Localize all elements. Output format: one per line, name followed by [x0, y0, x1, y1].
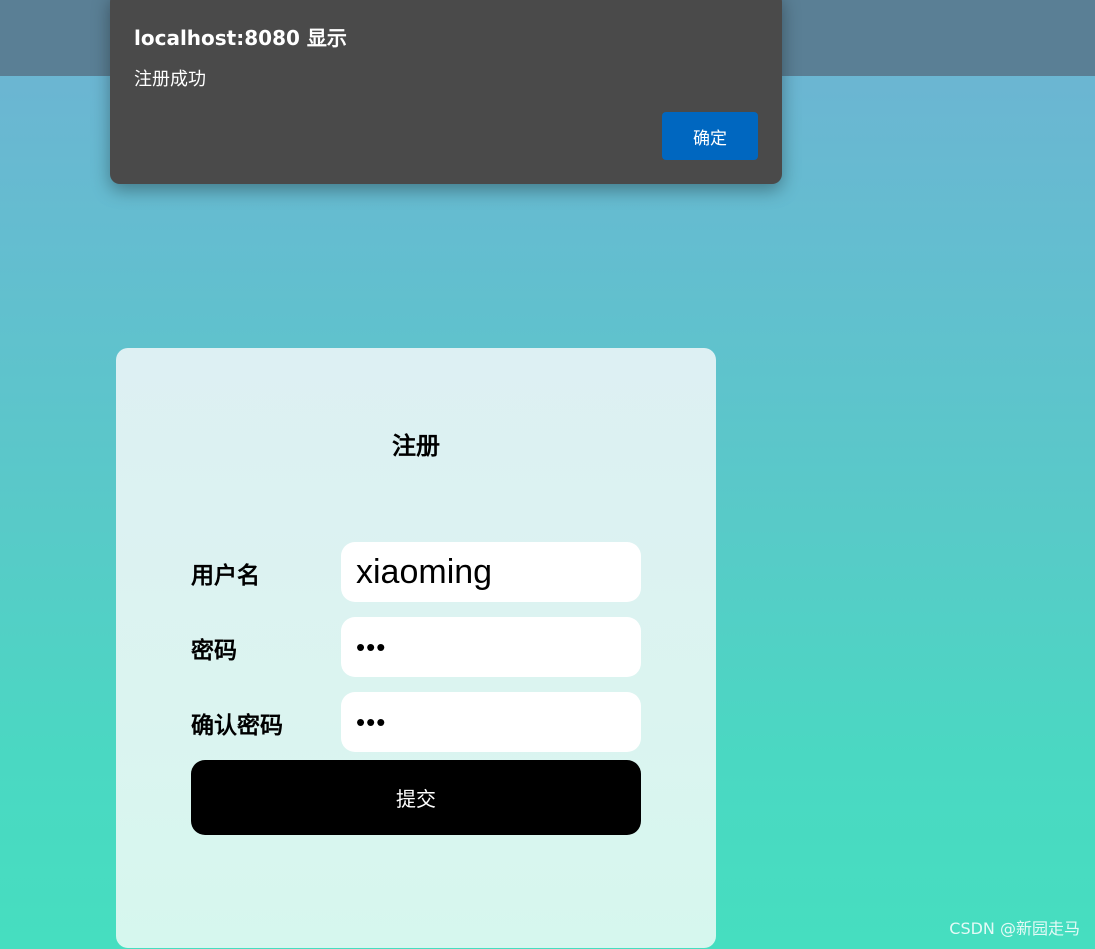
confirm-password-row: 确认密码 •••: [191, 692, 641, 752]
register-title: 注册: [392, 432, 440, 460]
password-input[interactable]: •••: [341, 617, 641, 677]
confirm-password-label: 确认密码: [191, 713, 283, 739]
submit-button[interactable]: 提交: [191, 760, 641, 835]
username-row: 用户名 xiaoming: [191, 542, 641, 602]
confirm-password-input[interactable]: •••: [341, 692, 641, 752]
username-input[interactable]: xiaoming: [341, 542, 641, 602]
alert-dialog: localhost:8080 显示 注册成功 确定: [110, 0, 782, 184]
register-card: 注册 用户名 xiaoming 密码 ••• 确认密码 ••• 提交: [116, 348, 716, 948]
dialog-message: 注册成功: [134, 69, 206, 90]
dialog-title: localhost:8080 显示: [134, 26, 347, 50]
password-row: 密码 •••: [191, 617, 641, 677]
username-label: 用户名: [191, 563, 260, 589]
dialog-ok-button[interactable]: 确定: [662, 112, 758, 160]
watermark: CSDN @新园走马: [949, 919, 1080, 938]
password-label: 密码: [191, 638, 237, 664]
